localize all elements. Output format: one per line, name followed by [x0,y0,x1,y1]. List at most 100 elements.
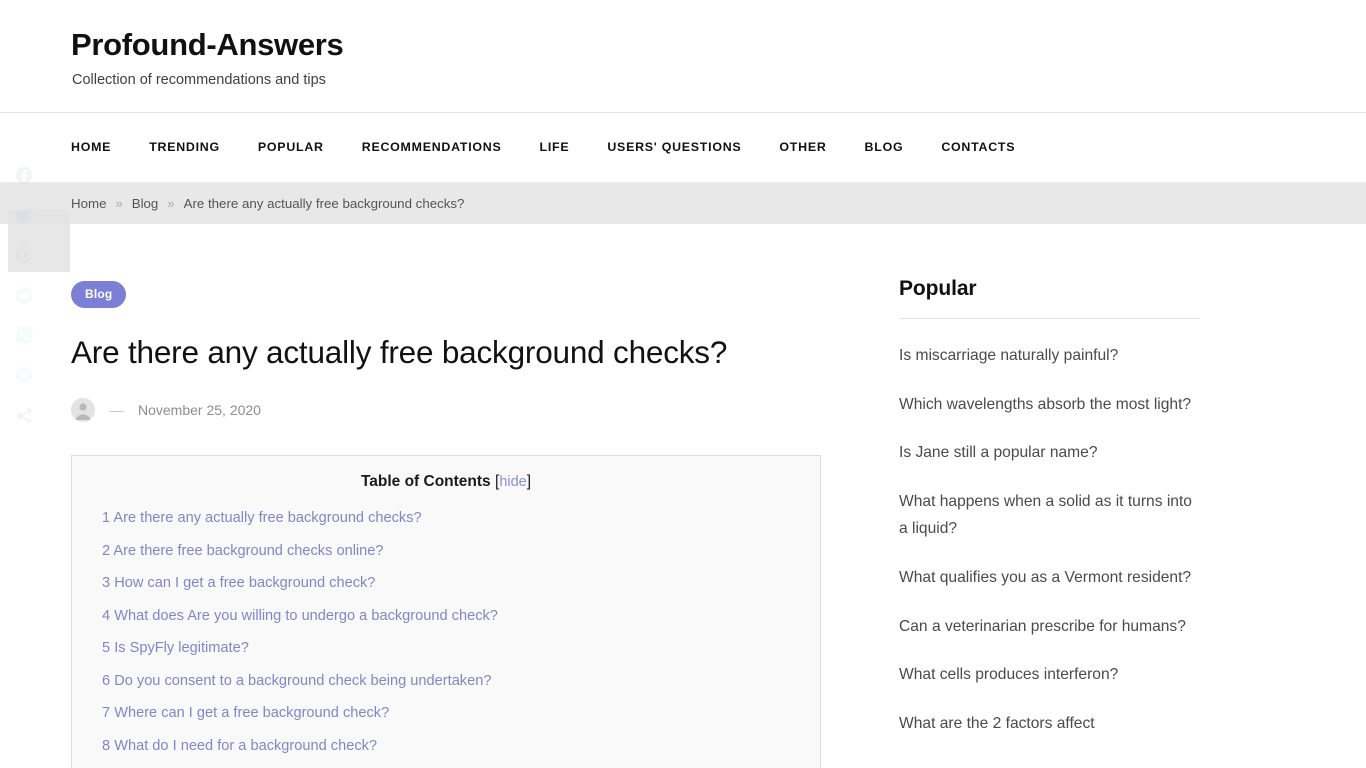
popular-link-7[interactable]: What cells produces interferon? [899,666,1118,683]
toc-title-label: Table of Contents [360,473,491,491]
toc-number: 4 [102,607,111,624]
popular-link-8[interactable]: What are the 2 factors affect [899,715,1095,732]
toc-label: What do I need for a background check? [114,737,378,754]
breadcrumb-blog[interactable]: Blog [132,196,159,211]
popular-link-5[interactable]: What qualifies you as a Vermont resident… [899,569,1191,586]
toc-number: 8 [102,737,111,754]
list-item: What qualifies you as a Vermont resident… [899,565,1199,592]
toc-link-2[interactable]: 2 Are there free background checks onlin… [102,543,384,559]
main-navigation: HOME TRENDING POPULAR RECOMMENDATIONS LI… [0,112,1366,183]
nav-item-blog: BLOG [846,140,923,154]
site-header: Profound-Answers Collection of recommend… [0,0,1366,113]
popular-link-4[interactable]: What happens when a solid as it turns in… [899,493,1192,537]
toc-number: 2 [102,542,111,559]
nav-item-recommendations: RECOMMENDATIONS [343,140,521,154]
toc-item: 5 Is SpyFly legitimate? [102,639,800,658]
share-whatsapp-icon[interactable] [8,315,40,355]
nav-item-trending: TRENDING [130,140,239,154]
list-item: What cells produces interferon? [899,662,1199,689]
toc-link-7[interactable]: 7 Where can I get a free background chec… [102,705,389,721]
breadcrumb-current: Are there any actually free background c… [183,195,465,211]
popular-link-6[interactable]: Can a veterinarian prescribe for humans? [899,618,1186,635]
toc-label: Where can I get a free background check? [114,705,390,722]
nav-link-recommendations[interactable]: RECOMMENDATIONS [343,140,521,154]
sidebar: Popular Is miscarriage naturally painful… [899,224,1199,738]
nav-link-blog[interactable]: BLOG [846,140,923,154]
avatar [71,398,95,423]
list-item: Is miscarriage naturally painful? [899,343,1199,370]
list-item: What are the 2 factors affect [899,711,1199,738]
toc-link-6[interactable]: 6 Do you consent to a background check b… [102,673,491,689]
share-twitter-icon[interactable] [8,195,40,235]
nav-item-other: OTHER [760,140,845,154]
social-share-bar [8,155,70,435]
share-reddit-icon[interactable] [8,275,40,315]
share-telegram-icon[interactable] [8,355,40,395]
nav-link-life[interactable]: LIFE [521,140,589,154]
nav-item-home: HOME [71,140,130,154]
breadcrumb-separator-icon: » [167,195,175,211]
page-title: Are there any actually free background c… [71,333,728,370]
nav-list: HOME TRENDING POPULAR RECOMMENDATIONS LI… [63,140,1303,154]
toc-label: Are there any actually free background c… [113,510,422,527]
toc-item: 6 Do you consent to a background check b… [102,672,800,691]
toc-item: 3 How can I get a free background check? [102,574,800,593]
table-of-contents: Table of Contents [hide] 1 Are there any… [71,455,821,768]
sidebar-widget-title-popular: Popular [899,277,1199,319]
site-title[interactable]: Profound-Answers [71,26,1303,65]
toc-label: What does Are you willing to undergo a b… [114,607,498,624]
nav-item-contacts: CONTACTS [922,140,1034,154]
breadcrumb: Home » Blog » Are there any actually fre… [63,196,1303,211]
share-facebook-icon[interactable] [8,155,40,195]
toc-toggle-wrapper: [hide] [495,473,531,490]
breadcrumb-home[interactable]: Home [71,196,106,211]
toc-link-5[interactable]: 5 Is SpyFly legitimate? [102,640,249,656]
main-content: Blog Are there any actually free backgro… [71,224,821,768]
nav-link-users-questions[interactable]: USERS' QUESTIONS [588,140,760,154]
toc-number: 7 [102,705,111,722]
toc-hide-toggle[interactable]: hide [499,474,526,490]
nav-link-popular[interactable]: POPULAR [239,140,343,154]
toc-item: 8 What do I need for a background check? [102,737,800,756]
post-meta: — November 25, 2020 [71,398,821,423]
toc-label: Are there free background checks online? [113,542,384,559]
toc-link-3[interactable]: 3 How can I get a free background check? [102,575,375,591]
toc-link-4[interactable]: 4 What does Are you willing to undergo a… [102,608,498,624]
page-layout: Blog Are there any actually free backgro… [63,224,1303,768]
breadcrumb-bar: Home » Blog » Are there any actually fre… [0,182,1366,224]
toc-item: 2 Are there free background checks onlin… [102,542,800,561]
nav-item-users-questions: USERS' QUESTIONS [588,140,760,154]
nav-item-popular: POPULAR [239,140,343,154]
post-date: November 25, 2020 [138,402,261,419]
toc-label: How can I get a free background check? [114,575,376,592]
nav-link-other[interactable]: OTHER [760,140,845,154]
toc-item: 1 Are there any actually free background… [102,509,800,528]
popular-link-3[interactable]: Is Jane still a popular name? [899,444,1098,461]
toc-title: Table of Contents [hide] [92,473,800,491]
nav-item-life: LIFE [521,140,589,154]
meta-separator: — [110,402,124,419]
list-item: What happens when a solid as it turns in… [899,489,1199,543]
toc-item: 7 Where can I get a free background chec… [102,704,800,723]
popular-link-1[interactable]: Is miscarriage naturally painful? [899,347,1118,364]
toc-number: 5 [102,640,111,657]
popular-posts-list: Is miscarriage naturally painful? Which … [899,343,1199,738]
toc-number: 3 [102,575,111,592]
list-item: Which wavelengths absorb the most light? [899,392,1199,419]
category-badge[interactable]: Blog [71,280,127,308]
toc-link-8[interactable]: 8 What do I need for a background check? [102,738,377,754]
toc-list: 1 Are there any actually free background… [92,509,800,755]
toc-item: 4 What does Are you willing to undergo a… [102,607,800,626]
list-item: Can a veterinarian prescribe for humans? [899,614,1199,641]
breadcrumb-separator-icon: » [115,195,123,211]
share-more-icon[interactable] [8,395,40,435]
nav-link-contacts[interactable]: CONTACTS [922,140,1034,154]
share-pinterest-icon[interactable] [8,235,40,275]
toc-number: 1 [102,510,111,527]
nav-link-home[interactable]: HOME [71,140,130,154]
popular-link-2[interactable]: Which wavelengths absorb the most light? [899,396,1191,413]
toc-number: 6 [102,672,111,689]
nav-link-trending[interactable]: TRENDING [130,140,239,154]
toc-bracket-close: ] [526,473,532,491]
toc-link-1[interactable]: 1 Are there any actually free background… [102,510,422,526]
